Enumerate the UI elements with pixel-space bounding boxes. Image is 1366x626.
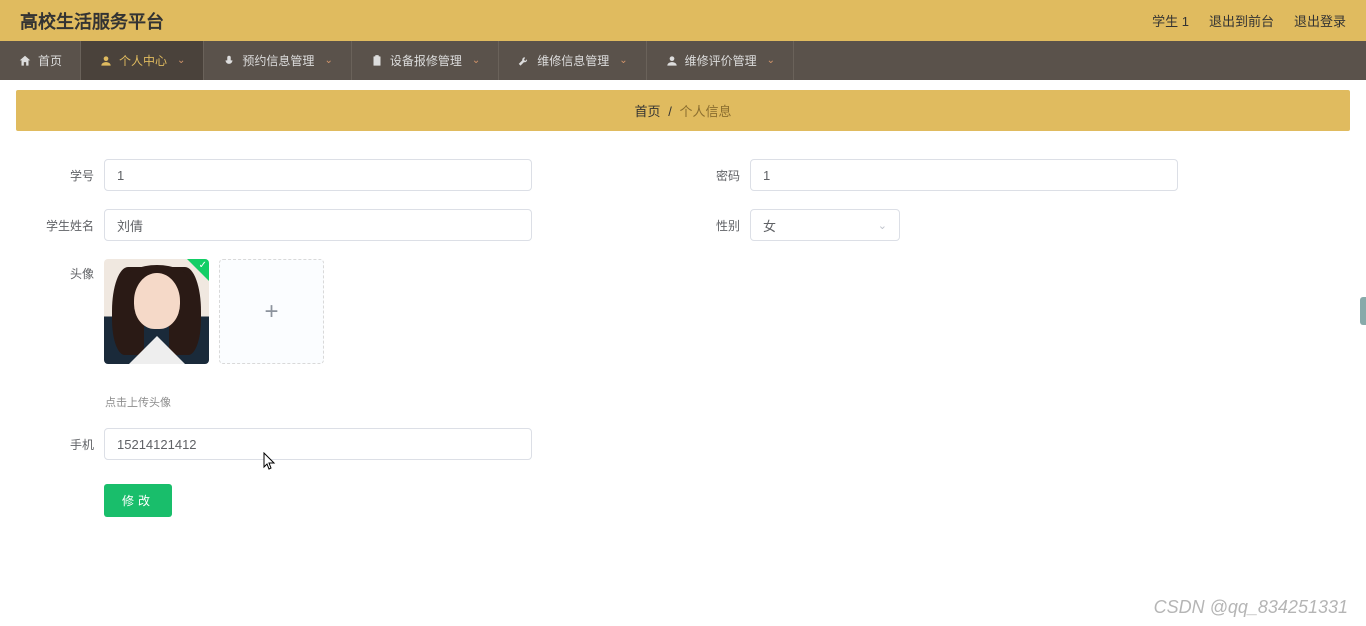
home-icon <box>18 54 32 68</box>
label-student-id: 学号 <box>26 167 104 184</box>
nav-home[interactable]: 首页 <box>0 41 81 80</box>
nav-label: 预约信息管理 <box>242 52 314 69</box>
nav-repair-info[interactable]: 维修信息管理 ⌄ <box>499 41 646 80</box>
label-avatar: 头像 <box>26 259 104 282</box>
row-avatar: 头像 ✓ <box>26 259 532 410</box>
row-student-id: 学号 <box>26 159 532 191</box>
nav-label: 首页 <box>38 52 62 69</box>
goto-front-link[interactable]: 退出到前台 <box>1209 11 1274 30</box>
nav-repair-review[interactable]: 维修评价管理 ⌄ <box>647 41 794 80</box>
gender-value: 女 <box>763 216 776 235</box>
avatar-block: ✓ + <box>104 259 324 364</box>
navbar: 首页 个人中心 ⌄ 预约信息管理 ⌄ 设备报修管理 ⌄ 维修信息管理 ⌄ 维修评… <box>0 41 1366 80</box>
nav-label: 设备报修管理 <box>390 52 462 69</box>
upload-avatar-button[interactable]: + <box>219 259 324 364</box>
chevron-down-icon: ⌄ <box>472 55 480 66</box>
avatar-container: ✓ + 点击上传头像 <box>104 259 324 410</box>
breadcrumb-home[interactable]: 首页 <box>635 104 661 119</box>
password-input[interactable] <box>750 159 1178 191</box>
upload-hint: 点击上传头像 <box>105 394 324 410</box>
user-label[interactable]: 学生 1 <box>1152 11 1189 30</box>
form-left-col: 学号 学生姓名 头像 <box>26 159 532 517</box>
breadcrumb: 首页 / 个人信息 <box>16 90 1350 131</box>
form: 学号 学生姓名 头像 <box>16 131 1350 545</box>
chevron-down-icon: ⌄ <box>767 55 775 66</box>
gender-select[interactable]: 女 ⌄ <box>750 209 900 241</box>
submit-button[interactable]: 修改 <box>104 484 172 517</box>
form-right-col: 密码 性别 女 ⌄ <box>672 159 1178 517</box>
wrench-icon <box>517 54 531 68</box>
label-password: 密码 <box>672 167 750 184</box>
chevron-down-icon: ⌄ <box>878 219 887 232</box>
chevron-down-icon: ⌄ <box>177 55 185 66</box>
user-icon <box>99 54 113 68</box>
scrollbar-thumb[interactable] <box>1360 297 1366 325</box>
name-input[interactable] <box>104 209 532 241</box>
avatar-preview[interactable]: ✓ <box>104 259 209 364</box>
nav-label: 维修评价管理 <box>685 52 757 69</box>
logout-link[interactable]: 退出登录 <box>1294 11 1346 30</box>
phone-input[interactable] <box>104 428 532 460</box>
nav-personal-center[interactable]: 个人中心 ⌄ <box>81 41 204 80</box>
row-name: 学生姓名 <box>26 209 532 241</box>
nav-reservation-mgmt[interactable]: 预约信息管理 ⌄ <box>204 41 351 80</box>
chevron-down-icon: ⌄ <box>619 55 627 66</box>
app-title: 高校生活服务平台 <box>20 8 164 34</box>
watermark: CSDN @qq_834251331 <box>1154 597 1348 618</box>
row-phone: 手机 <box>26 428 532 460</box>
label-gender: 性别 <box>672 217 750 234</box>
clipboard-icon <box>370 54 384 68</box>
label-name: 学生姓名 <box>26 217 104 234</box>
row-gender: 性别 女 ⌄ <box>672 209 1178 241</box>
row-password: 密码 <box>672 159 1178 191</box>
content: 首页 / 个人信息 学号 学生姓名 头像 <box>0 80 1366 555</box>
nav-label: 个人中心 <box>119 52 167 69</box>
nav-equipment-repair[interactable]: 设备报修管理 ⌄ <box>352 41 499 80</box>
header: 高校生活服务平台 学生 1 退出到前台 退出登录 <box>0 0 1366 41</box>
label-phone: 手机 <box>26 436 104 453</box>
nav-label: 维修信息管理 <box>537 52 609 69</box>
header-right: 学生 1 退出到前台 退出登录 <box>1152 11 1346 30</box>
plus-icon: + <box>264 298 278 326</box>
check-icon: ✓ <box>199 260 207 271</box>
student-id-input[interactable] <box>104 159 532 191</box>
breadcrumb-sep: / <box>668 104 672 119</box>
breadcrumb-current: 个人信息 <box>679 104 731 119</box>
chevron-down-icon: ⌄ <box>324 55 332 66</box>
user-alt-icon <box>665 54 679 68</box>
mic-icon <box>222 54 236 68</box>
